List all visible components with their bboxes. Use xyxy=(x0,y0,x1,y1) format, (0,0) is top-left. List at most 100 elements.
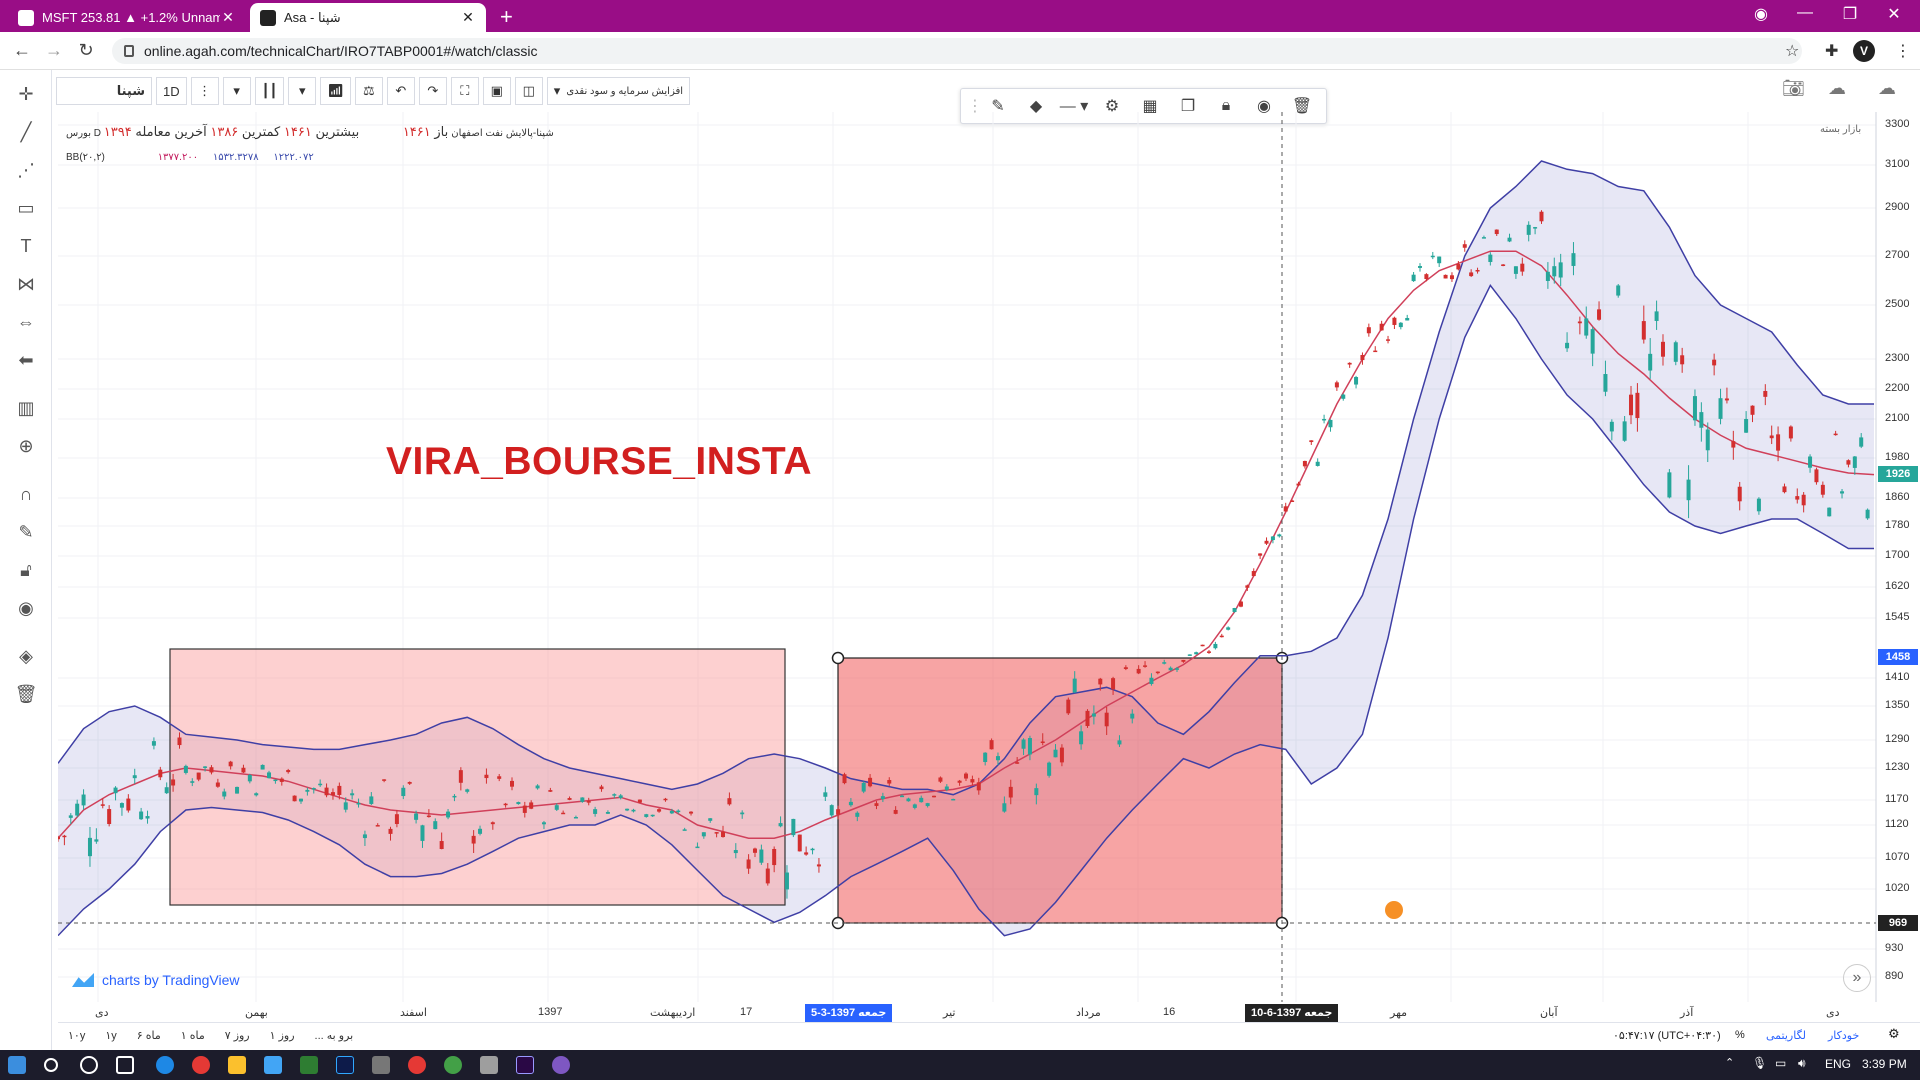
app-icon[interactable] xyxy=(480,1056,498,1074)
time-axis-label: اردیبهشت xyxy=(650,1007,696,1019)
url-field[interactable]: online.agah.com/technicalChart/IRO7TABP0… xyxy=(112,38,1802,64)
zoom-in-icon[interactable]: ⊕ xyxy=(14,434,38,458)
candle-body xyxy=(1801,494,1806,506)
maximize-window-button[interactable]: ❐ xyxy=(1830,4,1870,24)
microphone-icon[interactable]: 🎙︎ xyxy=(1752,1056,1770,1074)
tray-chevron-icon[interactable]: ⌃ xyxy=(1725,1056,1743,1074)
minimize-window-button[interactable]: — xyxy=(1785,4,1825,22)
price-axis-label: 1290 xyxy=(1885,733,1910,745)
candle-body xyxy=(1066,699,1071,714)
auto-toggle[interactable]: خودکار xyxy=(1828,1029,1859,1042)
candle-body xyxy=(196,772,201,780)
profile-avatar[interactable]: V xyxy=(1853,40,1875,62)
period-7d[interactable]: ۷ روز xyxy=(225,1029,250,1042)
edge-icon[interactable] xyxy=(156,1056,174,1074)
language-indicator[interactable]: ENG xyxy=(1825,1057,1851,1071)
lock-icon[interactable]: 🔓︎ xyxy=(14,558,38,582)
file-explorer-icon[interactable] xyxy=(228,1056,246,1074)
candle-body xyxy=(158,769,163,778)
clock[interactable]: 3:39 PM xyxy=(1862,1057,1907,1071)
period-1y[interactable]: ۱y xyxy=(105,1029,116,1042)
pattern-icon[interactable]: ⋈ xyxy=(14,272,38,296)
cloud-save-icon[interactable]: ☁ xyxy=(1878,78,1896,99)
snapshot-icon[interactable]: ◫ xyxy=(514,77,543,105)
reload-icon[interactable]: ↻ xyxy=(74,40,98,61)
goto-date-button[interactable]: ... برو به xyxy=(315,1029,354,1042)
close-window-button[interactable]: ✕ xyxy=(1874,4,1914,24)
forward-arrow-icon[interactable]: → xyxy=(42,40,66,61)
redo-icon[interactable]: ↷ xyxy=(418,77,447,105)
compare-icon[interactable]: ⚖ xyxy=(354,77,383,105)
volume-icon[interactable]: 🔊︎ xyxy=(1798,1056,1816,1074)
settings-gear-icon[interactable]: ⚙ xyxy=(1888,1026,1900,1042)
indicators-icon[interactable]: 📶︎ xyxy=(320,77,351,105)
camera-icon[interactable]: 📷︎ xyxy=(1782,78,1805,99)
trash-icon[interactable]: 🗑︎ xyxy=(14,682,38,706)
task-view-icon[interactable] xyxy=(116,1056,134,1074)
candle-body xyxy=(932,795,937,798)
close-tab-icon[interactable]: ✕ xyxy=(460,9,476,26)
network-icon[interactable]: ▭ xyxy=(1775,1056,1793,1074)
percent-toggle[interactable]: % xyxy=(1735,1029,1745,1041)
candle-body xyxy=(976,782,981,791)
candle-body xyxy=(503,803,508,806)
magnet-icon[interactable]: ∩ xyxy=(14,482,38,506)
chevron-down-icon[interactable]: ▾ xyxy=(222,77,251,105)
browser-menu-icon[interactable]: ⋮ xyxy=(1895,41,1911,61)
pencil-lock-icon[interactable]: ✎ xyxy=(14,520,38,544)
candle-body xyxy=(394,814,399,825)
back-arrow-icon[interactable]: ⬅ xyxy=(14,348,38,372)
scroll-to-realtime-button[interactable]: » xyxy=(1843,964,1871,992)
layers-icon[interactable]: ◈ xyxy=(14,644,38,668)
time-axis-label: اسفند xyxy=(400,1007,427,1019)
tab-search-icon[interactable]: ◉ xyxy=(1741,4,1781,24)
browser-tab-msft[interactable]: MSFT 253.81 ▲ +1.2% Unnamed ✕ xyxy=(8,3,246,32)
studies-dropdown[interactable]: ▾ افزایش سرمایه و سود نقدی xyxy=(546,77,691,105)
premiere-icon[interactable] xyxy=(516,1056,534,1074)
interval-button[interactable]: 1D xyxy=(156,77,187,105)
app-icon[interactable] xyxy=(372,1056,390,1074)
tradingview-branding[interactable]: charts by TradingView xyxy=(72,972,239,988)
period-10y[interactable]: ۱۰y xyxy=(68,1029,85,1042)
bookmark-star-icon[interactable]: ☆ xyxy=(1785,41,1799,61)
rectangle-icon[interactable]: ▭ xyxy=(14,196,38,220)
period-1d[interactable]: ۱ روز xyxy=(270,1029,295,1042)
windows-start-icon[interactable] xyxy=(8,1056,26,1074)
candles-icon[interactable]: ┃┃ xyxy=(254,77,285,105)
symbol-search-input[interactable]: شپنا xyxy=(56,77,152,105)
more-intervals-icon[interactable]: ⋮ xyxy=(190,77,219,105)
undo-icon[interactable]: ↶ xyxy=(386,77,415,105)
app-icon[interactable] xyxy=(552,1056,570,1074)
chrome-icon[interactable] xyxy=(192,1056,210,1074)
eye-icon[interactable]: ◉ xyxy=(14,596,38,620)
ruler-icon[interactable]: ▥ xyxy=(14,396,38,420)
trend-line-icon[interactable]: ╱ xyxy=(14,120,38,144)
extensions-puzzle-icon[interactable]: ✚ xyxy=(1825,41,1838,61)
period-6m[interactable]: ۶ ماه xyxy=(137,1029,161,1042)
browser-tab-asa[interactable]: Asa - شپنا ✕ xyxy=(250,3,486,32)
chrome-icon[interactable] xyxy=(408,1056,426,1074)
app-icon[interactable] xyxy=(444,1056,462,1074)
chevron-down-icon[interactable]: ▾ xyxy=(288,77,317,105)
close-tab-icon[interactable]: ✕ xyxy=(220,9,236,26)
cortana-icon[interactable] xyxy=(80,1056,98,1074)
text-icon[interactable]: T xyxy=(14,234,38,258)
search-icon[interactable] xyxy=(44,1058,58,1072)
mail-icon[interactable] xyxy=(264,1056,282,1074)
cloud-load-icon[interactable]: ☁ xyxy=(1828,78,1846,99)
new-tab-button[interactable]: + xyxy=(500,4,513,30)
app-icon[interactable] xyxy=(300,1056,318,1074)
price-chart[interactable] xyxy=(58,112,1878,1002)
pitchfork-icon[interactable]: ⋰ xyxy=(14,158,38,182)
photoshop-icon[interactable] xyxy=(336,1056,354,1074)
log-toggle[interactable]: لگاریتمی xyxy=(1766,1029,1806,1042)
utc-timestamp[interactable]: ۰۵:۴۷:۱۷ (UTC+۰۴:۳۰) xyxy=(1613,1029,1721,1042)
back-arrow-icon[interactable]: ← xyxy=(10,40,34,61)
period-1m[interactable]: ۱ ماه xyxy=(181,1029,205,1042)
crosshair-icon[interactable]: ✛ xyxy=(14,82,38,106)
save-icon[interactable]: ▣ xyxy=(482,77,511,105)
fullscreen-icon[interactable]: ⛶ xyxy=(450,77,479,105)
measure-icon[interactable]: ⇔ xyxy=(14,310,38,334)
chart-canvas[interactable] xyxy=(58,112,1878,1002)
candle-body xyxy=(1667,472,1672,498)
